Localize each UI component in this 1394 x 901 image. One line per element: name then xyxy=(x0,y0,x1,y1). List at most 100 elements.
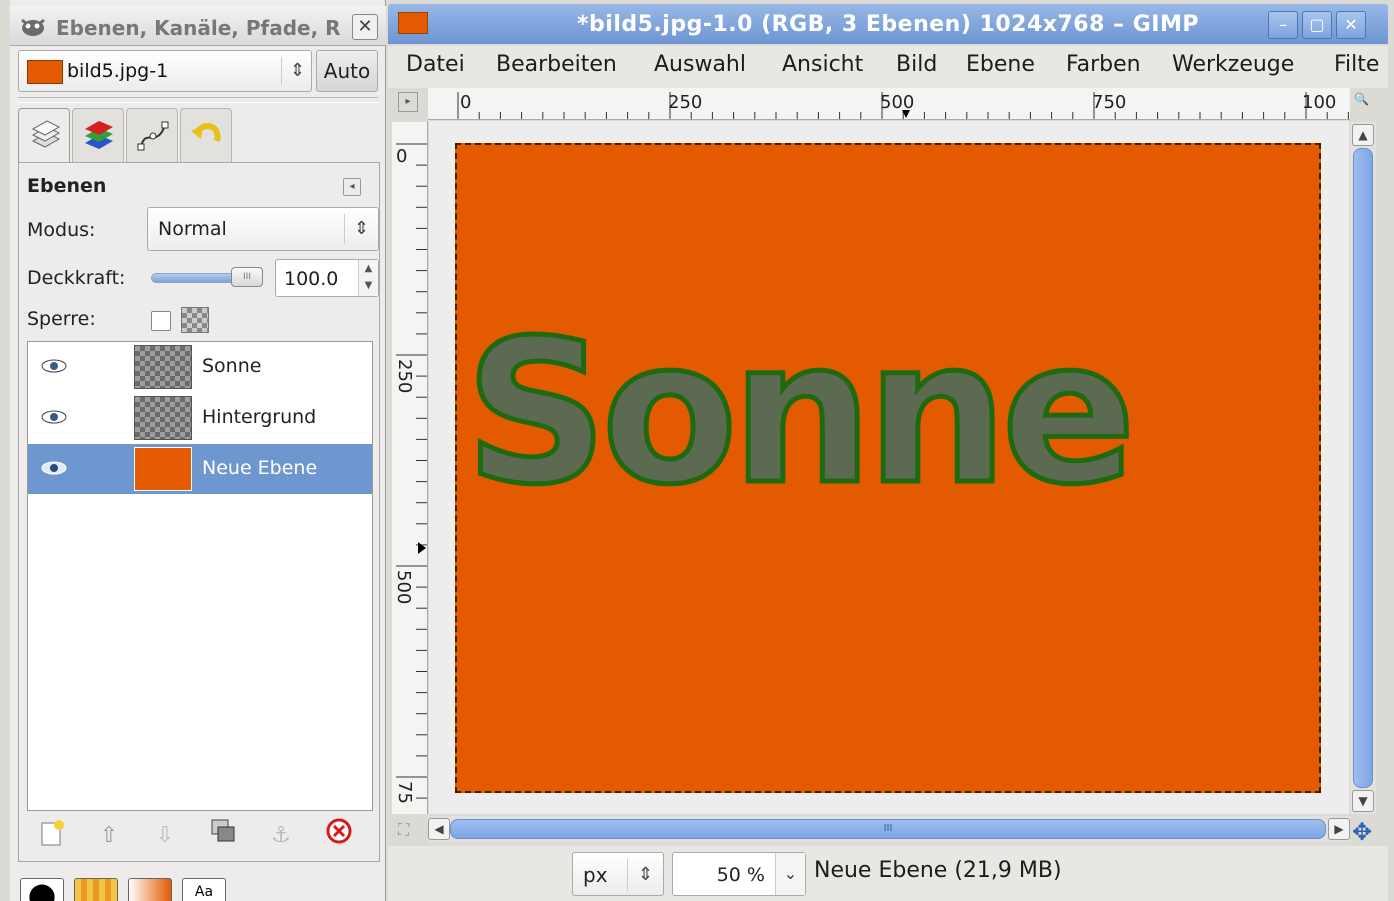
layer-row-sonne[interactable]: Sonne xyxy=(28,342,372,392)
ruler-label-500: 500 xyxy=(880,92,914,113)
menu-filter[interactable]: Filte xyxy=(1334,52,1388,77)
alpha-lock-icon xyxy=(181,307,209,333)
image-window: *bild5.jpg-1.0 (RGB, 3 Ebenen) 1024x768 … xyxy=(388,0,1394,901)
image-selector-value: bild5.jpg-1 xyxy=(67,60,169,82)
panel-title: Ebenen xyxy=(27,175,107,197)
canvas-text-sonne: Sonne xyxy=(463,297,1139,528)
spin-arrows-icon[interactable]: ▲ ▼ xyxy=(358,260,378,296)
statusbar: px ⇕ 50 % ⌄ Neue Ebene (21,9 MB) xyxy=(388,846,1388,901)
horizontal-scroll-thumb[interactable]: III xyxy=(450,819,1326,839)
layer-name: Neue Ebene xyxy=(202,457,318,479)
menu-werkzeuge[interactable]: Werkzeuge xyxy=(1172,52,1294,77)
zoom-select[interactable]: 50 % ⌄ xyxy=(672,852,806,896)
pattern-tab-icon[interactable] xyxy=(74,878,118,901)
scroll-up-button[interactable]: ▲ xyxy=(1352,124,1374,146)
minimize-button[interactable]: – xyxy=(1268,11,1298,39)
vertical-scroll-thumb[interactable] xyxy=(1353,148,1373,788)
ruler-label-1000: 100 xyxy=(1302,92,1336,113)
zoom-value: 50 % xyxy=(716,864,765,886)
unit-select[interactable]: px ⇕ xyxy=(572,852,664,896)
tab-channels[interactable] xyxy=(72,108,124,162)
undo-icon xyxy=(191,123,221,142)
font-tab-icon[interactable]: Aa xyxy=(182,878,226,901)
anchor-icon: ⚓ xyxy=(271,823,291,848)
layer-name: Hintergrund xyxy=(202,406,317,428)
vertical-scrollbar[interactable]: ▲ ▼ xyxy=(1350,122,1376,814)
gradient-tab-icon[interactable] xyxy=(128,878,172,901)
raise-layer-button[interactable]: ⇧ xyxy=(89,817,129,855)
dock-close-button[interactable]: ✕ xyxy=(352,14,378,40)
dock-title: Ebenen, Kanäle, Pfade, R xyxy=(56,16,341,40)
menu-auswahl[interactable]: Auswahl xyxy=(654,52,746,77)
lock-alpha-checkbox[interactable] xyxy=(151,311,171,331)
dock-bottom-tabs: Aa xyxy=(18,872,378,901)
eye-icon[interactable] xyxy=(40,407,68,427)
horizontal-ruler[interactable]: 0 250 500 750 100 xyxy=(428,88,1392,120)
auto-button[interactable]: Auto xyxy=(316,50,378,92)
ruler-label-0: 0 xyxy=(460,92,471,113)
vertical-ruler[interactable]: 0 250 500 75 xyxy=(392,122,428,820)
menu-datei[interactable]: Datei xyxy=(406,52,465,77)
mode-label: Modus: xyxy=(27,219,96,241)
dock-titlebar: Ebenen, Kanäle, Pfade, R ✕ xyxy=(10,6,386,46)
layers-dock: Ebenen, Kanäle, Pfade, R ✕ bild5.jpg-1 ⇕… xyxy=(10,0,386,901)
menu-ebene[interactable]: Ebene xyxy=(966,52,1035,77)
menu-bild[interactable]: Bild xyxy=(896,52,937,77)
image-thumbnail xyxy=(27,60,63,84)
ruler-ticks-h: 0 250 500 750 100 xyxy=(457,92,1392,119)
menu-farben[interactable]: Farben xyxy=(1066,52,1141,77)
tab-undo-history[interactable] xyxy=(180,108,232,162)
chevron-down-icon[interactable]: ⌄ xyxy=(775,853,805,895)
gimp-desktop: Ebenen, Kanäle, Pfade, R ✕ bild5.jpg-1 ⇕… xyxy=(0,0,1394,901)
layer-row-neue-ebene[interactable]: Neue Ebene xyxy=(28,444,372,494)
ruler-ticks-v: 0 250 500 75 xyxy=(393,143,427,820)
scroll-down-button[interactable]: ▼ xyxy=(1352,790,1374,812)
mode-select[interactable]: Normal ⇕ xyxy=(147,207,379,251)
image-canvas[interactable]: Sonne xyxy=(455,143,1321,793)
channels-icon xyxy=(85,121,113,149)
tab-paths[interactable] xyxy=(126,108,178,162)
close-button[interactable]: ✕ xyxy=(1336,11,1366,39)
duplicate-layer-button[interactable] xyxy=(203,817,243,855)
new-layer-icon xyxy=(41,820,64,846)
scroll-right-button[interactable]: ▶ xyxy=(1328,818,1350,840)
eye-icon[interactable] xyxy=(40,458,68,478)
layer-thumbnail xyxy=(134,396,192,440)
opacity-spinbutton[interactable]: 100.0 ▲ ▼ xyxy=(275,259,379,297)
anchor-layer-button[interactable]: ⚓ xyxy=(261,817,301,855)
navigate-icon[interactable]: ✥ xyxy=(1352,818,1372,846)
ruler-v-label-500: 500 xyxy=(393,570,414,604)
window-title: *bild5.jpg-1.0 (RGB, 3 Ebenen) 1024x768 … xyxy=(577,12,1199,37)
ruler-v-label-750: 75 xyxy=(394,781,415,804)
brush-tab-icon[interactable] xyxy=(20,878,64,901)
delete-layer-button[interactable] xyxy=(319,817,359,855)
zoom-fit-icon[interactable]: 🔍 xyxy=(1354,92,1376,114)
layer-thumbnail xyxy=(134,345,192,389)
eye-icon[interactable] xyxy=(40,356,68,376)
layers-icon xyxy=(31,120,61,148)
layer-row-hintergrund[interactable]: Hintergrund xyxy=(28,393,372,443)
maximize-button[interactable]: ▢ xyxy=(1302,11,1332,39)
opacity-slider-handle[interactable]: III xyxy=(231,267,263,287)
new-layer-button[interactable] xyxy=(33,817,73,855)
layers-panel: Ebenen ◂ Modus: Normal ⇕ Deckkraft: III … xyxy=(18,162,380,862)
image-selector[interactable]: bild5.jpg-1 ⇕ xyxy=(18,50,312,92)
quick-mask-icon[interactable]: ⛶ xyxy=(398,820,409,840)
menu-ansicht[interactable]: Ansicht xyxy=(782,52,863,77)
lower-layer-button[interactable]: ⇩ xyxy=(145,817,185,855)
layer-name: Sonne xyxy=(202,355,262,377)
tab-layers[interactable] xyxy=(18,108,70,164)
ruler-label-750: 750 xyxy=(1092,92,1126,113)
horizontal-scrollbar[interactable]: ◀ III ▶ xyxy=(428,816,1350,842)
menubar: Datei Bearbeiten Auswahl Ansicht Bild Eb… xyxy=(388,46,1388,88)
mode-value: Normal xyxy=(158,218,227,240)
opacity-value: 100.0 xyxy=(284,268,339,290)
updown-arrows-icon: ⇕ xyxy=(344,214,378,244)
scroll-left-button[interactable]: ◀ xyxy=(428,818,450,840)
delete-icon xyxy=(326,818,352,844)
canvas-area[interactable]: Sonne xyxy=(429,121,1349,814)
panel-menu-icon[interactable]: ◂ xyxy=(343,178,361,196)
ruler-menu-icon[interactable]: ▸ xyxy=(398,92,418,112)
ruler-v-label-0: 0 xyxy=(396,146,407,167)
menu-bearbeiten[interactable]: Bearbeiten xyxy=(496,52,617,77)
